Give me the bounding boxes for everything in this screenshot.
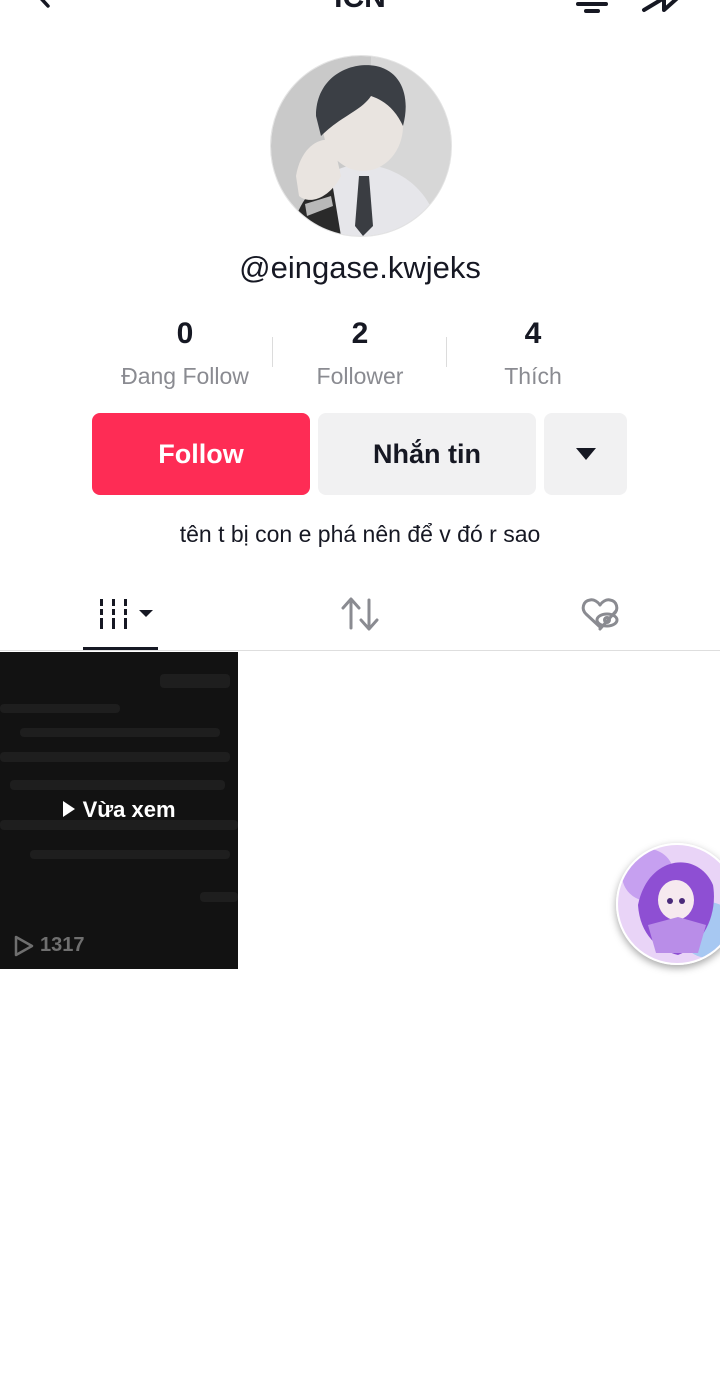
stat-followers[interactable]: 2 Follower: [275, 314, 445, 398]
stat-divider: [446, 337, 447, 367]
stat-label: Đang Follow: [121, 363, 249, 389]
bell-icon[interactable]: [572, 0, 612, 14]
more-options-button[interactable]: [544, 413, 627, 495]
view-count-value: 1317: [40, 934, 85, 956]
stat-label: Thích: [504, 363, 562, 389]
caret-down-icon: [575, 448, 596, 460]
floating-assistive-bubble[interactable]: [616, 843, 720, 965]
page-title: ICN: [0, 0, 720, 13]
recently-watched-badge: Vừa xem: [0, 797, 238, 823]
tab-reposts[interactable]: [338, 592, 382, 636]
recently-watched-label: Vừa xem: [82, 797, 176, 822]
stat-label: Follower: [316, 363, 404, 389]
bubble-avatar-image: [618, 845, 720, 963]
view-count: 1317: [14, 934, 85, 957]
tab-liked[interactable]: [578, 592, 622, 636]
follow-button[interactable]: Follow: [92, 413, 310, 495]
stat-following[interactable]: 0 Đang Follow: [100, 314, 270, 398]
tabs-divider: [0, 650, 720, 651]
liked-hidden-icon: [581, 598, 619, 631]
avatar[interactable]: [270, 55, 452, 237]
stat-likes[interactable]: 4 Thích: [448, 314, 618, 398]
profile-bio: tên t bị con e phá nên để v đó r sao: [179, 521, 541, 547]
stat-value: 0: [176, 317, 194, 350]
share-icon[interactable]: [640, 0, 686, 14]
stat-divider: [272, 337, 273, 367]
stat-value: 4: [524, 317, 542, 350]
username: @eingase.kwjeks: [239, 250, 481, 285]
play-icon: [62, 797, 82, 822]
stat-value: 2: [351, 317, 369, 350]
message-button[interactable]: Nhắn tin: [318, 413, 536, 495]
repost-icon: [341, 597, 379, 631]
play-outline-icon: [14, 935, 34, 956]
tab-videos[interactable]: [83, 592, 158, 636]
grid-icon: [100, 599, 153, 629]
top-bar: ICN: [0, 0, 720, 16]
